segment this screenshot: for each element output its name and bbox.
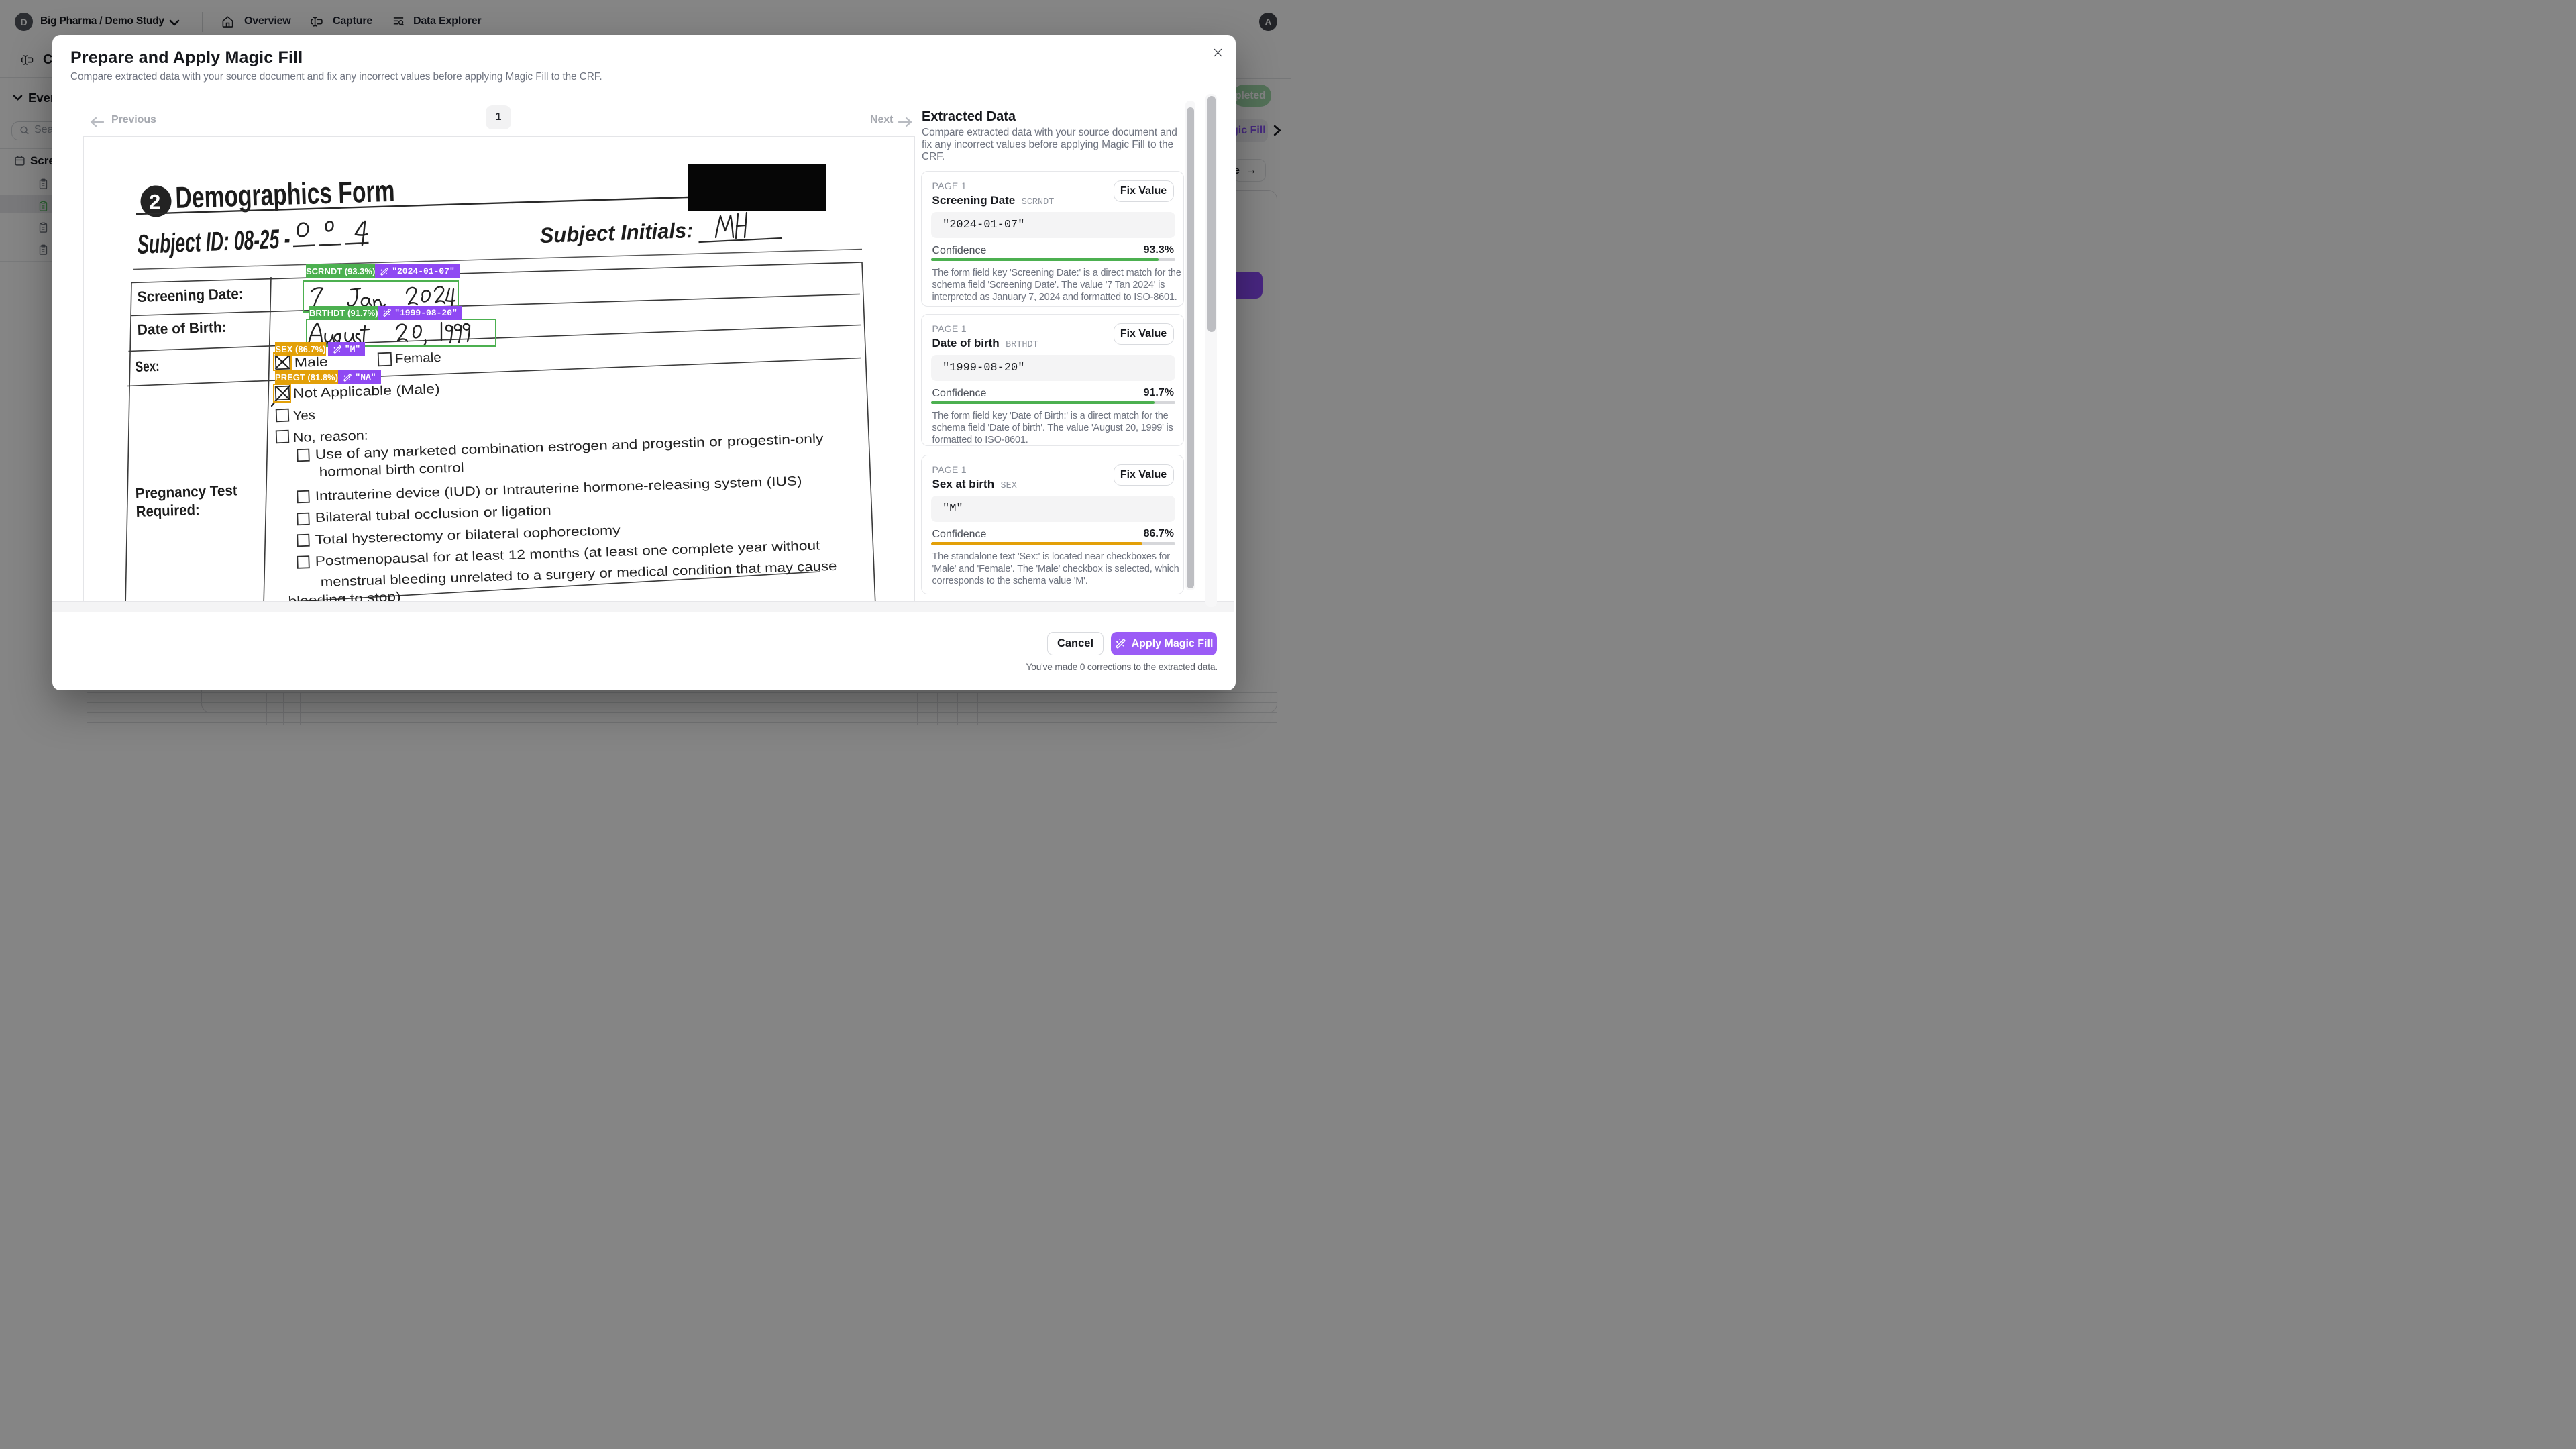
svg-text:Subject Initials:: Subject Initials: [539, 218, 694, 248]
svg-text:Total hysterectomy or bilatera: Total hysterectomy or bilateral oophorec… [315, 523, 621, 547]
svg-text:Screening Date:: Screening Date: [137, 285, 244, 305]
svg-text:Date of Birth:: Date of Birth: [137, 319, 227, 338]
svg-text:Not Applicable (Male): Not Applicable (Male) [292, 382, 440, 401]
svg-text:Sex:: Sex: [135, 358, 160, 375]
svg-text:Intrauterine device (IUD) or I: Intrauterine device (IUD) or Intrauterin… [315, 474, 802, 504]
svg-text:hormonal birth control: hormonal birth control [319, 460, 464, 480]
svg-text:2: 2 [149, 190, 160, 213]
svg-text:Female: Female [394, 350, 441, 366]
svg-text:Yes: Yes [292, 408, 315, 423]
svg-text:Male: Male [294, 354, 328, 370]
svg-text:Demographics Form: Demographics Form [175, 174, 395, 215]
svg-text:No, reason:: No, reason: [292, 428, 368, 445]
svg-text:Pregnancy Test: Pregnancy Test [135, 482, 237, 502]
svg-text:Required:: Required: [136, 501, 200, 520]
svg-text:Subject ID: 08-25 -: Subject ID: 08-25 - [137, 224, 291, 260]
svg-text:Use of any marketed combinatio: Use of any marketed combination estrogen… [315, 431, 824, 462]
svg-text:Bilateral tubal occlusion or l: Bilateral tubal occlusion or ligation [315, 503, 551, 525]
